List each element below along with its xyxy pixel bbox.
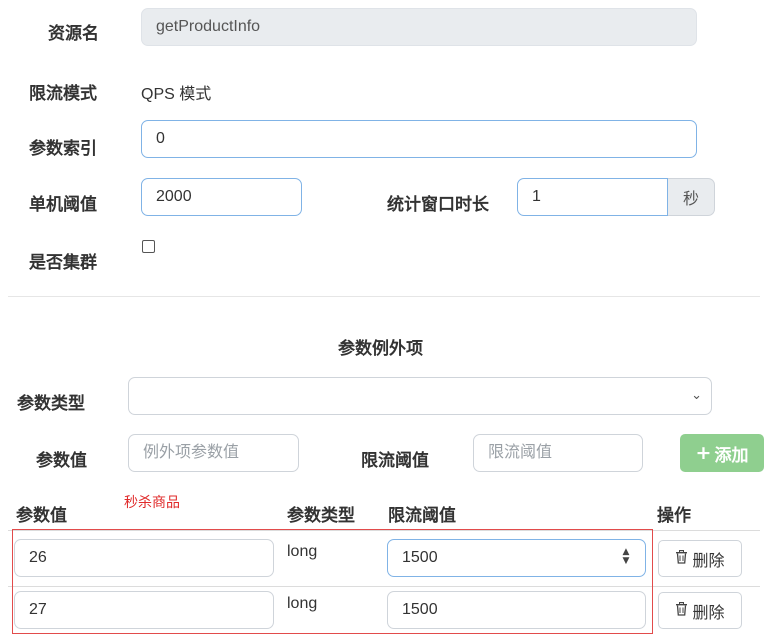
table-header-param-type: 参数类型 bbox=[287, 506, 355, 526]
stat-window-unit: 秒 bbox=[668, 178, 715, 216]
section-divider bbox=[8, 296, 760, 297]
exception-param-type-select[interactable]: ⌄ bbox=[128, 377, 712, 415]
limit-mode-value: QPS 模式 bbox=[141, 86, 212, 103]
exception-param-value-label: 参数值 bbox=[36, 451, 87, 471]
single-threshold-label: 单机阈值 bbox=[29, 195, 97, 215]
exception-param-value-input[interactable] bbox=[128, 434, 299, 472]
cluster-label: 是否集群 bbox=[29, 253, 97, 273]
add-exception-button[interactable]: + 添加 bbox=[680, 434, 764, 472]
table-header-action: 操作 bbox=[657, 506, 691, 526]
annotation-highlight-box bbox=[12, 529, 653, 634]
chevron-down-icon: ⌄ bbox=[691, 388, 702, 403]
delete-label: 删除 bbox=[692, 550, 725, 570]
add-button-label: 添加 bbox=[714, 445, 749, 466]
param-index-label: 参数索引 bbox=[29, 139, 97, 159]
stat-window-label: 统计窗口时长 bbox=[387, 195, 489, 215]
delete-label: 删除 bbox=[692, 602, 725, 622]
exception-threshold-label: 限流阈值 bbox=[361, 451, 429, 471]
trash-icon bbox=[675, 601, 688, 620]
cluster-checkbox[interactable] bbox=[142, 240, 155, 253]
table-header-param-value: 参数值 bbox=[16, 506, 67, 526]
delete-button[interactable]: 删除 bbox=[658, 540, 742, 577]
exception-param-type-label: 参数类型 bbox=[17, 394, 85, 414]
table-header-threshold: 限流阈值 bbox=[388, 506, 456, 526]
resource-name-label: 资源名 bbox=[48, 24, 99, 44]
param-index-input[interactable] bbox=[141, 120, 697, 158]
trash-icon bbox=[675, 549, 688, 568]
exception-threshold-input[interactable] bbox=[473, 434, 643, 472]
stat-window-input[interactable] bbox=[517, 178, 668, 216]
annotation-text: 秒杀商品 bbox=[124, 495, 180, 511]
single-threshold-input[interactable] bbox=[141, 178, 302, 216]
limit-mode-label: 限流模式 bbox=[29, 84, 97, 104]
resource-name-input[interactable] bbox=[141, 8, 697, 46]
delete-button[interactable]: 删除 bbox=[658, 592, 742, 629]
plus-icon: + bbox=[695, 442, 712, 464]
exception-section-title: 参数例外项 bbox=[338, 339, 423, 359]
